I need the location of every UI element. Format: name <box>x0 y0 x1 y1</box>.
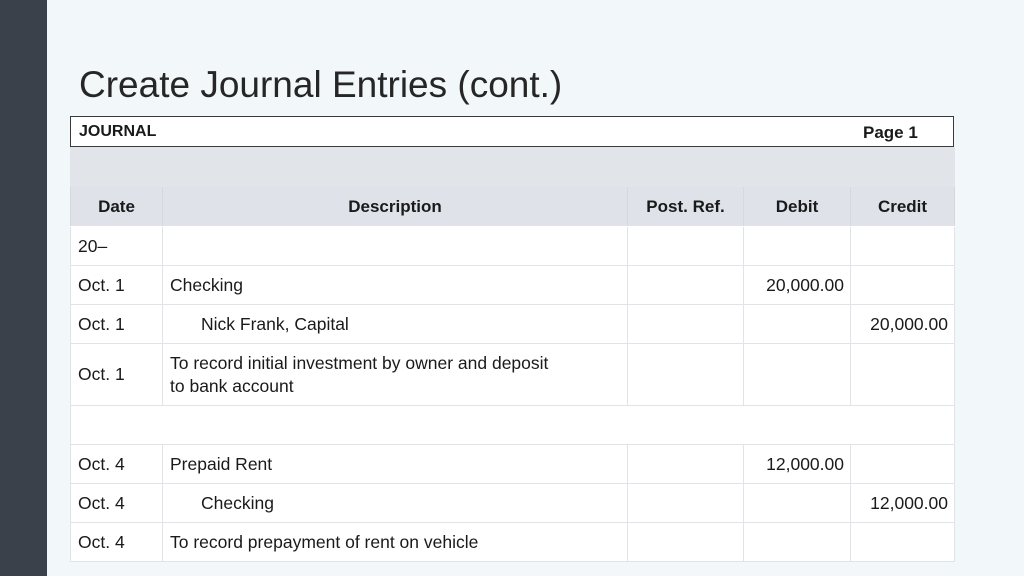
table-row: Oct. 1 Checking 20,000.00 <box>70 265 955 305</box>
date-cell: Oct. 1 <box>70 343 163 406</box>
credit-cell <box>850 522 955 562</box>
column-header-description: Description <box>162 186 628 227</box>
journal-header: JOURNAL Page 1 <box>70 116 954 147</box>
credit-cell <box>850 444 955 484</box>
table-row: Oct. 4 To record prepayment of rent on v… <box>70 522 955 562</box>
table-row: Oct. 1 Nick Frank, Capital 20,000.00 <box>70 304 955 344</box>
post-ref-cell <box>627 265 744 305</box>
credit-cell <box>850 265 955 305</box>
debit-cell <box>743 483 851 523</box>
description-cell: To record initial investment by owner an… <box>162 343 628 406</box>
debit-cell <box>743 343 851 406</box>
post-ref-cell <box>627 304 744 344</box>
description-cell: Prepaid Rent <box>162 444 628 484</box>
credit-cell <box>850 226 955 266</box>
column-header-credit: Credit <box>850 186 955 227</box>
table-row: Oct. 4 Checking 12,000.00 <box>70 483 955 523</box>
spacer-cell <box>70 147 955 187</box>
date-cell: Oct. 1 <box>70 265 163 305</box>
post-ref-cell <box>627 483 744 523</box>
debit-cell <box>743 226 851 266</box>
table-row <box>70 405 955 445</box>
date-cell: 20– <box>70 226 163 266</box>
table-header-row: Date Description Post. Ref. Debit Credit <box>70 186 955 227</box>
description-cell: Checking <box>162 483 628 523</box>
column-header-date: Date <box>70 186 163 227</box>
side-accent-bar <box>0 0 47 576</box>
debit-cell <box>743 522 851 562</box>
slide-title: Create Journal Entries (cont.) <box>79 64 563 105</box>
table-spacer-row <box>70 147 955 187</box>
blank-separator-cell <box>70 405 955 445</box>
post-ref-cell <box>627 343 744 406</box>
post-ref-cell <box>627 522 744 562</box>
post-ref-cell <box>627 444 744 484</box>
page-number: Page 1 <box>863 123 918 142</box>
debit-cell <box>743 304 851 344</box>
date-cell: Oct. 4 <box>70 522 163 562</box>
date-cell: Oct. 1 <box>70 304 163 344</box>
column-header-post-ref: Post. Ref. <box>627 186 744 227</box>
table-row: 20– <box>70 226 955 266</box>
column-header-debit: Debit <box>743 186 851 227</box>
description-cell: To record prepayment of rent on vehicle <box>162 522 628 562</box>
description-cell <box>162 226 628 266</box>
debit-cell: 20,000.00 <box>743 265 851 305</box>
credit-cell: 20,000.00 <box>850 304 955 344</box>
post-ref-cell <box>627 226 744 266</box>
description-cell: Checking <box>162 265 628 305</box>
credit-cell: 12,000.00 <box>850 483 955 523</box>
credit-cell <box>850 343 955 406</box>
date-cell: Oct. 4 <box>70 483 163 523</box>
description-cell: Nick Frank, Capital <box>162 304 628 344</box>
journal-label: JOURNAL <box>79 123 157 140</box>
journal-table: Date Description Post. Ref. Debit Credit… <box>70 147 955 562</box>
debit-cell: 12,000.00 <box>743 444 851 484</box>
table-row: Oct. 1 To record initial investment by o… <box>70 343 955 406</box>
table-row: Oct. 4 Prepaid Rent 12,000.00 <box>70 444 955 484</box>
date-cell: Oct. 4 <box>70 444 163 484</box>
